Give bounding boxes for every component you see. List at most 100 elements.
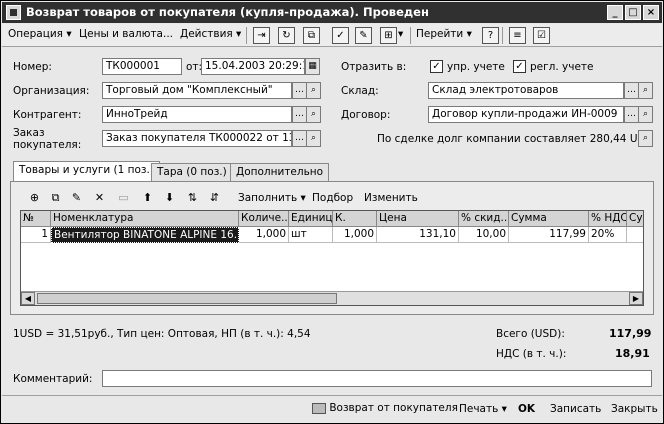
- column-header[interactable]: К.: [333, 211, 377, 227]
- title-bar[interactable]: Возврат товаров от покупателя (купля-про…: [2, 2, 662, 23]
- move-icon[interactable]: ⇥: [253, 27, 270, 44]
- goto-menu[interactable]: Перейти ▾: [416, 28, 472, 40]
- sort-asc-icon[interactable]: ⇅: [184, 189, 201, 206]
- organization-field[interactable]: Торговый дом "Комплексный": [102, 82, 292, 99]
- organization-label: Организация:: [13, 85, 90, 97]
- prices-button[interactable]: Цены и валюта...: [79, 28, 173, 40]
- contract-open-icon[interactable]: ⌕: [638, 106, 653, 123]
- print-menu[interactable]: Печать ▾: [459, 403, 507, 415]
- unit-cell[interactable]: шт: [289, 227, 333, 243]
- document-icon: [6, 5, 21, 20]
- warehouse-select-button[interactable]: …: [624, 82, 639, 99]
- column-header[interactable]: Цена: [377, 211, 459, 227]
- maximize-button[interactable]: □: [625, 5, 641, 20]
- quantity-cell[interactable]: 1,000: [239, 227, 289, 243]
- return-from-buyer-button[interactable]: Возврат от покупателя: [312, 402, 458, 414]
- discount-cell[interactable]: 10,00: [459, 227, 509, 243]
- print-menu-label: Печать: [459, 403, 499, 415]
- contract-field[interactable]: Договор купли-продажи ИН-0009: [428, 106, 624, 123]
- change-button[interactable]: Изменить: [364, 192, 418, 204]
- scroll-right-icon[interactable]: ▶: [629, 292, 643, 305]
- mgmt-accounting-checkbox[interactable]: ✓: [430, 60, 443, 73]
- checklist-icon[interactable]: ☑: [533, 27, 550, 44]
- post-icon[interactable]: ✓: [332, 27, 349, 44]
- column-header[interactable]: Номенклатура: [51, 211, 239, 227]
- horizontal-scrollbar[interactable]: ◀ ▶: [21, 291, 643, 305]
- minimize-button[interactable]: _: [607, 5, 623, 20]
- edit-row-icon[interactable]: ✎: [68, 189, 85, 206]
- unpost-icon[interactable]: ✎: [355, 27, 372, 44]
- delete-row-icon[interactable]: ✕: [91, 189, 108, 206]
- organization-select-button[interactable]: …: [292, 82, 307, 99]
- operation-menu[interactable]: Операция ▾: [8, 28, 72, 40]
- order-open-icon[interactable]: ⌕: [306, 130, 321, 147]
- toolbar-separator: [502, 27, 503, 44]
- structure-dropdown-icon[interactable]: ▾: [398, 28, 403, 40]
- move-down-icon[interactable]: ⬇: [161, 189, 178, 206]
- select-button[interactable]: Подбор: [312, 192, 353, 204]
- end-edit-icon[interactable]: ▭: [115, 189, 132, 206]
- contractor-field[interactable]: ИнноТрейд: [102, 106, 292, 123]
- fill-menu[interactable]: Заполнить ▾: [238, 192, 306, 204]
- number-label: Номер:: [13, 61, 52, 73]
- column-header[interactable]: Единица: [289, 211, 333, 227]
- column-header[interactable]: % скид...: [459, 211, 509, 227]
- warehouse-label: Склад:: [341, 85, 379, 97]
- copy-icon[interactable]: ⧉: [303, 27, 320, 44]
- contractor-select-button[interactable]: …: [292, 106, 307, 123]
- fill-menu-label: Заполнить: [238, 192, 298, 204]
- sum-cell[interactable]: 117,99: [509, 227, 589, 243]
- warehouse-open-icon[interactable]: ⌕: [638, 82, 653, 99]
- organization-open-icon[interactable]: ⌕: [306, 82, 321, 99]
- refresh-icon[interactable]: ↻: [278, 27, 295, 44]
- item-cell[interactable]: Вентилятор BINATONE ALPINE 16...: [51, 227, 239, 243]
- tab-additional[interactable]: Дополнительно: [230, 163, 330, 181]
- goods-table[interactable]: № Номенклатура Количе... Единица К. Цена…: [20, 210, 644, 306]
- column-header[interactable]: Су: [627, 211, 643, 227]
- divider: [2, 395, 662, 396]
- contract-select-button[interactable]: …: [624, 106, 639, 123]
- sort-desc-icon[interactable]: ⇵: [206, 189, 223, 206]
- close-button[interactable]: Закрыть: [611, 403, 658, 415]
- add-row-icon[interactable]: ⊕: [26, 189, 43, 206]
- debt-details-icon[interactable]: ⌕: [638, 130, 653, 147]
- order-label: Заказ: [13, 127, 45, 139]
- tab-containers[interactable]: Тара (0 поз.): [151, 163, 233, 181]
- date-field[interactable]: 15.04.2003 20:29:10: [201, 58, 305, 75]
- scroll-left-icon[interactable]: ◀: [21, 292, 35, 305]
- move-up-icon[interactable]: ⬆: [139, 189, 156, 206]
- printer-icon: [312, 402, 326, 414]
- scroll-thumb[interactable]: [37, 293, 337, 304]
- structure-icon[interactable]: ⊞: [380, 27, 397, 44]
- coefficient-cell[interactable]: 1,000: [333, 227, 377, 243]
- tab-goods[interactable]: Товары и услуги (1 поз.): [13, 161, 160, 182]
- help-button[interactable]: ?: [482, 27, 499, 44]
- actions-menu[interactable]: Действия ▾: [180, 28, 241, 40]
- price-cell[interactable]: 131,10: [377, 227, 459, 243]
- regl-accounting-checkbox[interactable]: ✓: [513, 60, 526, 73]
- close-window-button[interactable]: ×: [643, 5, 659, 20]
- contractor-open-icon[interactable]: ⌕: [306, 106, 321, 123]
- row-number-cell[interactable]: 1: [21, 227, 51, 243]
- list-icon[interactable]: ≡: [509, 27, 526, 44]
- column-header[interactable]: №: [21, 211, 51, 227]
- warehouse-field[interactable]: Склад электротоваров: [428, 82, 624, 99]
- vat-rate-cell[interactable]: 20%: [589, 227, 627, 243]
- regl-accounting-label: регл. учете: [530, 61, 594, 73]
- vat-sum-cell[interactable]: [627, 227, 643, 243]
- order-select-button[interactable]: …: [292, 130, 307, 147]
- order-field[interactable]: Заказ покупателя ТК000022 от 13.04.: [102, 130, 292, 147]
- copy-row-icon[interactable]: ⧉: [47, 189, 64, 206]
- number-field[interactable]: ТК000001: [102, 58, 182, 75]
- column-header[interactable]: Количе...: [239, 211, 289, 227]
- column-header[interactable]: % НДС: [589, 211, 627, 227]
- total-value: 117,99: [609, 327, 652, 340]
- column-header[interactable]: Сумма: [509, 211, 589, 227]
- save-button[interactable]: Записать: [550, 403, 601, 415]
- calendar-icon[interactable]: ▦: [305, 58, 320, 75]
- vat-value: 18,91: [615, 347, 650, 360]
- comment-label: Комментарий:: [13, 373, 93, 385]
- toolbar-separator: [410, 27, 411, 44]
- comment-field[interactable]: [102, 370, 652, 387]
- ok-button[interactable]: OK: [518, 403, 535, 415]
